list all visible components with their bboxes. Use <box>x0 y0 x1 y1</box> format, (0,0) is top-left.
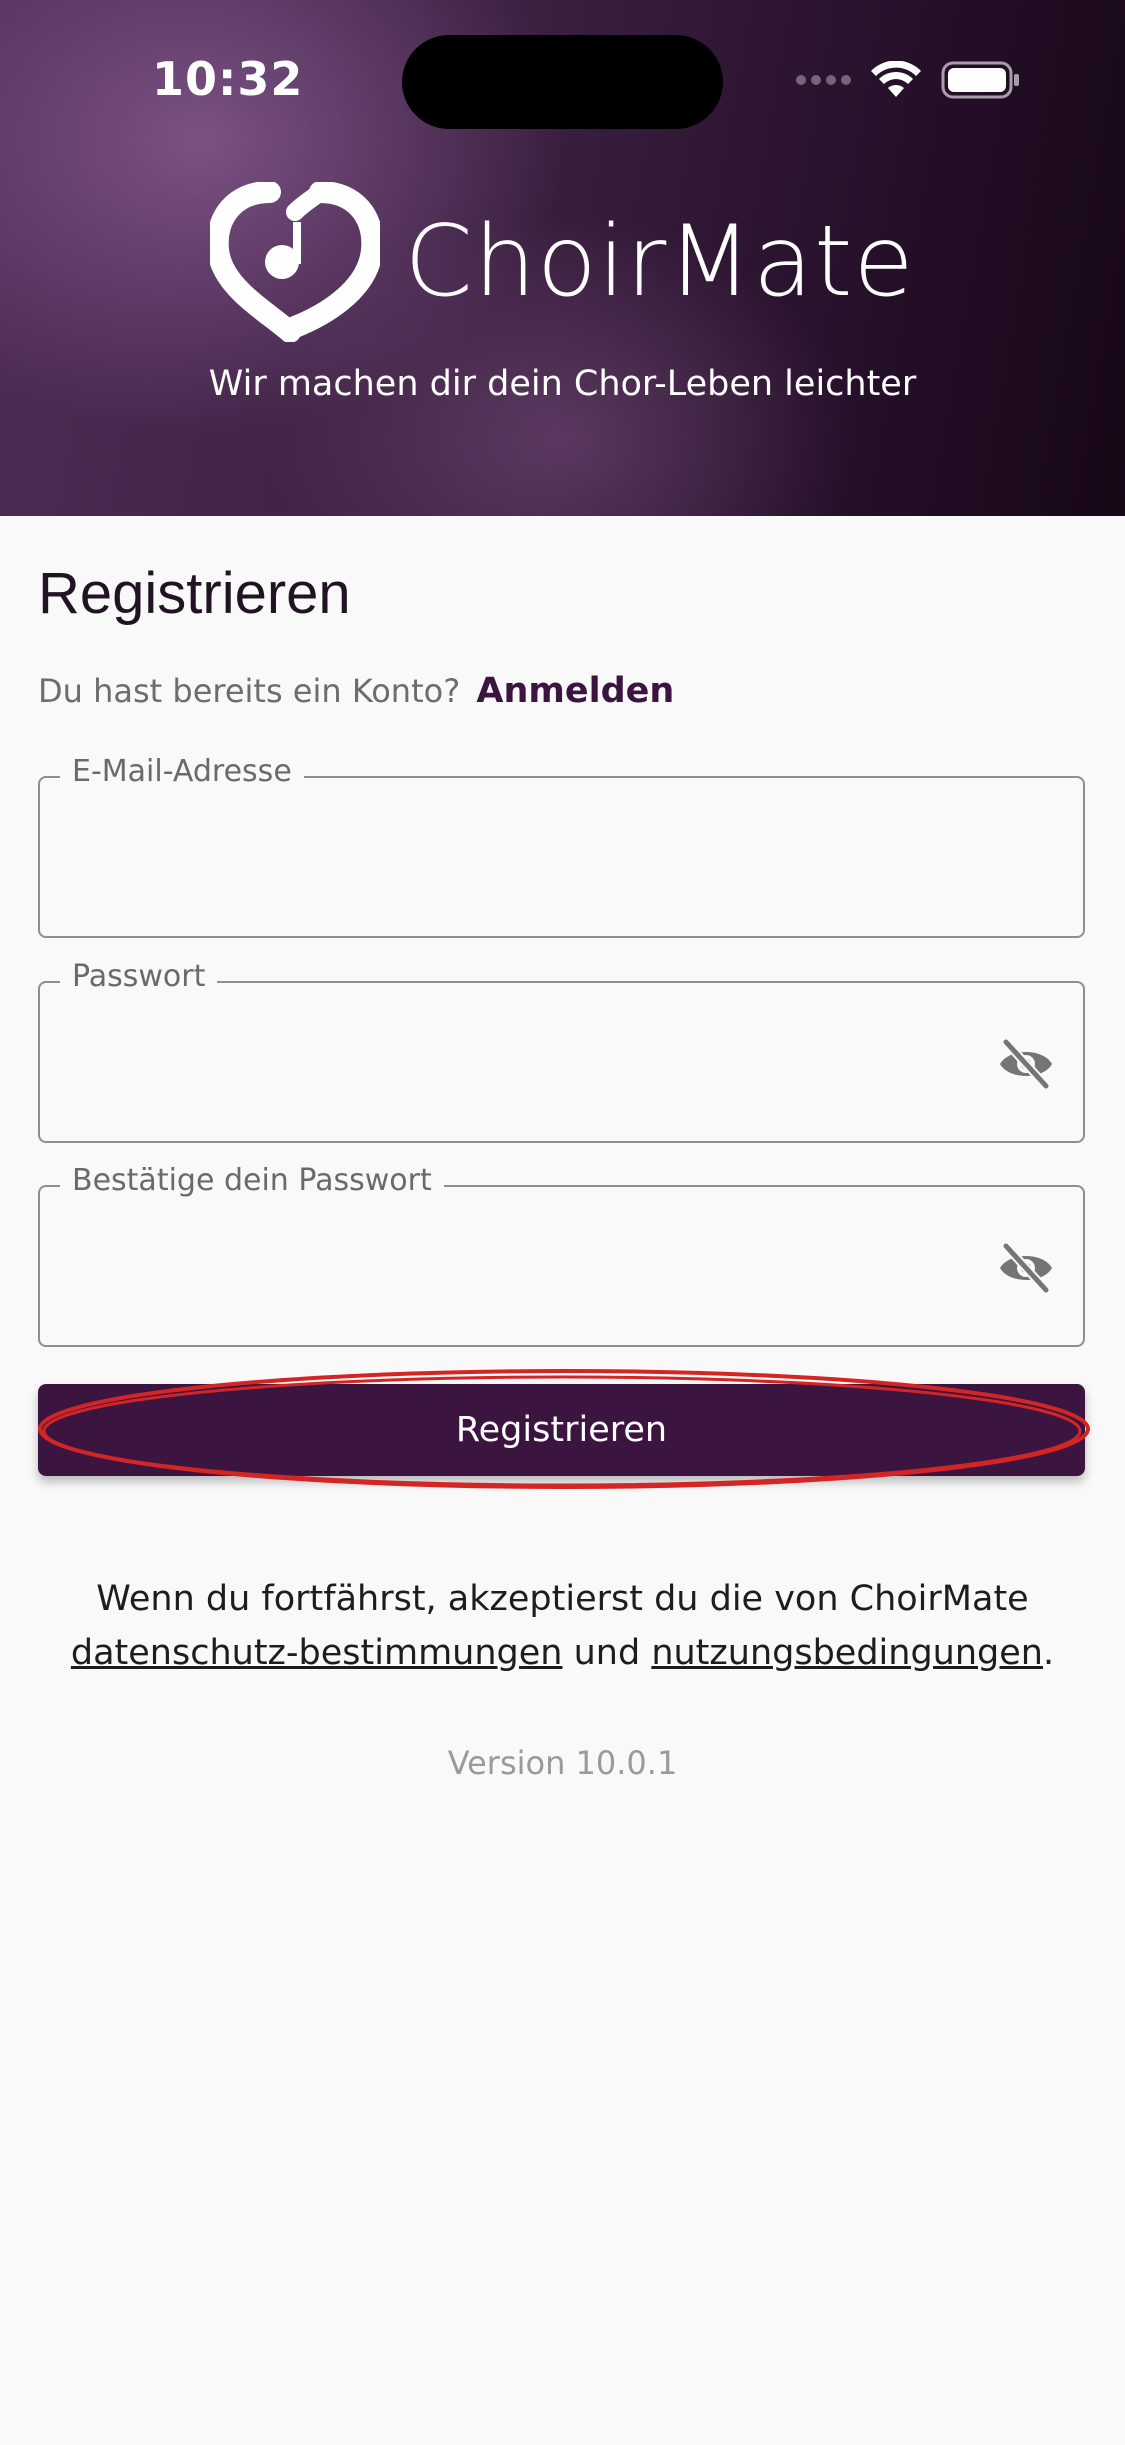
eye-off-icon[interactable] <box>997 1037 1055 1091</box>
confirm-password-input[interactable] <box>70 1227 974 1309</box>
confirm-password-field[interactable]: Bestätige dein Passwort <box>38 1163 1085 1347</box>
login-prompt-text: Du hast bereits ein Konto? <box>38 672 461 710</box>
legal-and: und <box>562 1633 652 1673</box>
brand-name: ChoirMate <box>404 205 915 319</box>
password-input[interactable] <box>70 1023 974 1105</box>
eye-off-icon[interactable] <box>997 1241 1055 1295</box>
password-label: Passwort <box>60 959 218 994</box>
heart-note-icon <box>210 182 381 342</box>
email-input[interactable] <box>70 818 974 900</box>
tagline: Wir machen dir dein Chor-Leben leichter <box>208 364 917 404</box>
legal-links-row: datenschutz-bestimmungen und nutzungsbed… <box>0 1626 1125 1680</box>
legal-period: . <box>1042 1633 1055 1673</box>
status-icons <box>796 60 1021 100</box>
status-time: 10:32 <box>152 52 304 106</box>
login-link[interactable]: Anmelden <box>476 671 674 711</box>
brand-logo: ChoirMate <box>0 182 1125 342</box>
email-field[interactable]: E-Mail-Adresse <box>38 754 1085 938</box>
register-screen: 10:32 ChoirMate Wir machen dir dein Chor… <box>0 0 1125 2445</box>
register-button[interactable]: Registrieren <box>38 1384 1085 1476</box>
login-prompt-row: Du hast bereits ein Konto? Anmelden <box>38 671 674 711</box>
password-field[interactable]: Passwort <box>38 959 1085 1143</box>
hero-header: 10:32 ChoirMate Wir machen dir dein Chor… <box>0 0 1125 516</box>
page-title: Registrieren <box>38 561 351 626</box>
version-label: Version 10.0.1 <box>447 1744 678 1782</box>
wifi-icon <box>871 61 921 97</box>
legal-notice: Wenn du fortfährst, akzeptierst du die v… <box>0 1572 1125 1680</box>
email-label: E-Mail-Adresse <box>60 754 304 789</box>
terms-link[interactable]: nutzungsbedingungen <box>651 1633 1043 1673</box>
cellular-signal-icon <box>796 75 851 85</box>
dynamic-island <box>402 35 723 129</box>
privacy-link[interactable]: datenschutz-bestimmungen <box>71 1633 563 1673</box>
confirm-password-label: Bestätige dein Passwort <box>60 1163 444 1198</box>
battery-icon <box>941 61 1019 99</box>
legal-text: Wenn du fortfährst, akzeptierst du die v… <box>96 1579 1029 1619</box>
